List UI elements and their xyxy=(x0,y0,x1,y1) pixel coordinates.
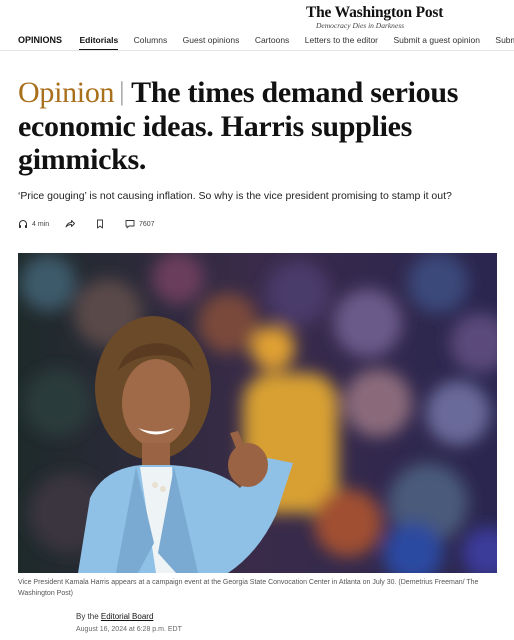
nav-section-opinions[interactable]: OPINIONS xyxy=(18,33,62,49)
article-toolbar: 4 min 7607 xyxy=(18,219,169,231)
nav-divider xyxy=(0,50,514,51)
byline-prefix: By the xyxy=(76,612,99,621)
masthead: The Washington Post Democracy Dies in Da… xyxy=(0,4,514,30)
nav-item-submit-guest-opinion[interactable]: Submit a guest opinion xyxy=(393,33,479,49)
nav-item-letters[interactable]: Letters to the editor xyxy=(305,33,378,49)
bookmark-icon xyxy=(97,219,103,229)
comment-icon xyxy=(125,220,135,229)
nav-item-submit[interactable]: Submit xyxy=(495,33,514,49)
photo-caption: Vice President Kamala Harris appears at … xyxy=(18,579,479,597)
listen-duration: 4 min xyxy=(32,220,50,228)
section-nav: OPINIONS Editorials Columns Guest opinio… xyxy=(18,30,514,50)
lead-photo xyxy=(18,253,497,573)
listen-button[interactable]: 4 min xyxy=(18,219,49,229)
comments-button[interactable]: 7607 xyxy=(125,219,155,229)
article-headline: Opinion | The times demand serious economic… xyxy=(18,76,514,176)
photo-illustration xyxy=(18,253,497,573)
share-icon xyxy=(65,220,76,228)
kicker-separator: | xyxy=(119,77,125,106)
site-tagline: Democracy Dies in Darkness xyxy=(316,21,405,30)
headline-line-3: gimmicks. xyxy=(18,143,147,176)
article-dek: ‘Price gouging’ is not causing inflation… xyxy=(18,190,452,202)
save-button[interactable] xyxy=(95,219,109,229)
share-button[interactable] xyxy=(65,219,79,229)
headline-line-1: The times demand serious xyxy=(131,76,459,109)
byline-author-link[interactable]: Editorial Board xyxy=(101,612,153,621)
byline: By the Editorial Board xyxy=(76,612,153,621)
nav-item-columns[interactable]: Columns xyxy=(134,33,168,49)
comment-count: 7607 xyxy=(138,220,155,228)
opinion-kicker[interactable]: Opinion xyxy=(18,76,115,109)
site-logo[interactable]: The Washington Post xyxy=(306,4,443,22)
headphones-icon xyxy=(19,220,27,228)
nav-item-cartoons[interactable]: Cartoons xyxy=(255,33,290,49)
headline-line-2: economic ideas. Harris supplies xyxy=(18,110,413,143)
nav-item-guest-opinions[interactable]: Guest opinions xyxy=(183,33,240,49)
publish-date: August 16, 2024 at 6:28 p.m. EDT xyxy=(76,626,182,633)
nav-item-editorials[interactable]: Editorials xyxy=(79,33,119,50)
